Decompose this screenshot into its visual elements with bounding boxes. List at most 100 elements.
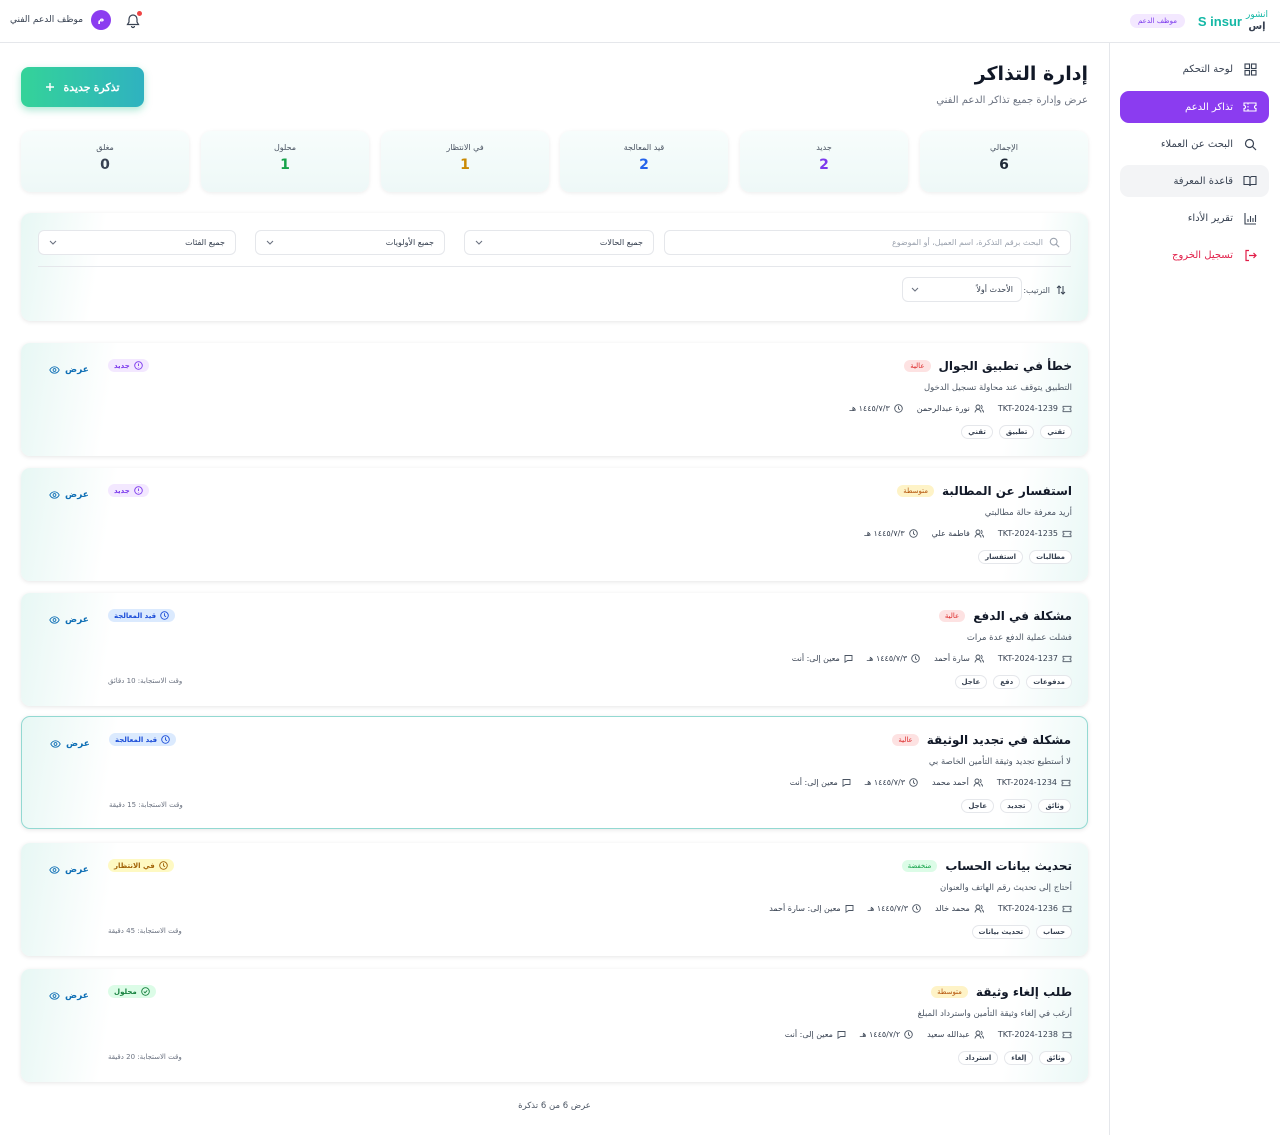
users-icon: [974, 529, 984, 538]
ticket-tag: حساب: [1036, 925, 1072, 939]
chevron-down-icon: [49, 240, 57, 245]
ticket-tags: وثائق إلغاء استرداد: [958, 1051, 1072, 1065]
response-time: وقت الاستجابة: 20 دقيقة: [108, 1053, 182, 1061]
date-text: ١٤٤٥/٧/٣ هـ: [864, 529, 905, 538]
sidebar-item-dashboard[interactable]: لوحة التحكم: [1120, 53, 1269, 85]
view-ticket-button[interactable]: عرض: [49, 615, 89, 625]
ticket-id: TKT-2024-1235: [998, 529, 1072, 538]
sidebar-item-tickets[interactable]: تذاكر الدعم: [1120, 91, 1269, 123]
status-icon: [158, 861, 168, 870]
app-logo[interactable]: انشور إس S insur: [1198, 8, 1268, 34]
bell-icon[interactable]: [126, 11, 142, 29]
main-content: إدارة التذاكر عرض وإدارة جميع تذاكر الدع…: [0, 43, 1109, 1135]
ticket-id-text: TKT-2024-1237: [997, 654, 1058, 663]
sidebar-item-performance[interactable]: تقرير الأداء: [1120, 202, 1269, 234]
logo-text: S insur: [1197, 13, 1242, 29]
ticket-tag: وثائق: [1038, 799, 1071, 813]
clock-icon: [904, 1030, 913, 1039]
new-ticket-button[interactable]: تذكرة جديدة: [21, 67, 144, 107]
logo-arabic-top: انشور: [1245, 10, 1268, 20]
sidebar-item-knowledge[interactable]: قاعدة المعرفة: [1120, 165, 1269, 197]
ticket-tag: تقني: [1040, 425, 1072, 439]
category-filter-select[interactable]: جميع الفئات: [38, 230, 236, 255]
sort-select[interactable]: الأحدث أولاً: [902, 277, 1022, 302]
eye-icon: [49, 616, 60, 624]
clock-icon: [909, 778, 918, 787]
page-subtitle: عرض وإدارة جميع تذاكر الدعم الفني: [936, 95, 1088, 106]
ticket-date: ١٤٤٥/٧/٣ هـ: [849, 404, 903, 413]
ticket-meta: TKT-2024-1235 فاطمة علي ١٤٤٥/٧/٣ هـ: [864, 529, 1072, 538]
chat-icon: [845, 904, 854, 913]
ticket-tags: حساب تحديث بيانات: [971, 925, 1072, 939]
user-name: موظف الدعم الفني: [10, 15, 84, 25]
view-ticket-button[interactable]: عرض: [49, 991, 89, 1001]
stat-value: 1: [280, 157, 290, 173]
ticket-date: ١٤٤٥/٧/٣ هـ: [864, 529, 918, 538]
customer-name: نورة عبدالرحمن: [916, 404, 970, 413]
search-icon: [1243, 137, 1257, 151]
status-icon: [161, 735, 170, 744]
eye-icon: [49, 866, 60, 874]
chevron-down-icon: [266, 240, 274, 245]
user-menu[interactable]: موظف الدعم الفني م: [10, 10, 112, 30]
ticket-card[interactable]: مشكلة في الدفع عالية فشلت عملية الدفع عد…: [21, 593, 1088, 706]
ticket-title: خطأ في تطبيق الجوال: [938, 359, 1073, 373]
users-icon: [974, 654, 984, 663]
ticket-tag: مطالبات: [1029, 550, 1072, 564]
ticket-customer: نورة عبدالرحمن: [917, 404, 984, 413]
ticket-card[interactable]: مشكلة في تجديد الوثيقة عالية لا أستطيع ت…: [21, 716, 1088, 829]
ticket-tag: مدفوعات: [1026, 675, 1072, 689]
view-label: عرض: [65, 490, 89, 500]
ticket-description: أحتاج إلى تحديث رقم الهاتف والعنوان: [940, 883, 1072, 893]
ticket-date: ١٤٤٥/٧/٣ هـ: [868, 904, 921, 913]
clock-icon: [894, 404, 903, 413]
ticket-id-text: TKT-2024-1236: [997, 904, 1058, 913]
avatar[interactable]: م: [91, 10, 112, 30]
assignee-text: معين إلى: أنت: [789, 778, 838, 787]
ticket-icon: [1061, 779, 1071, 787]
sidebar-item-label: تقرير الأداء: [1187, 212, 1233, 224]
stat-label: في الانتظار: [446, 143, 484, 152]
eye-icon: [49, 491, 60, 499]
search-placeholder: البحث برقم التذكرة، اسم العميل، أو الموض…: [891, 238, 1043, 247]
view-ticket-button[interactable]: عرض: [49, 490, 89, 500]
view-ticket-button[interactable]: عرض: [49, 365, 89, 375]
stat-card-new: جديد 2: [740, 131, 908, 192]
book-icon: [1243, 174, 1257, 188]
stat-label: مغلق: [96, 143, 114, 152]
status-filter-select[interactable]: جميع الحالات: [464, 230, 654, 255]
eye-icon: [49, 366, 60, 374]
status-text: جديد: [114, 361, 130, 370]
view-ticket-button[interactable]: عرض: [49, 865, 89, 875]
ticket-tags: تقني تطبيق تقني: [961, 425, 1072, 439]
ticket-card[interactable]: خطأ في تطبيق الجوال عالية التطبيق يتوقف …: [21, 343, 1088, 456]
clock-icon: [912, 904, 921, 913]
search-input[interactable]: البحث برقم التذكرة، اسم العميل، أو الموض…: [664, 230, 1071, 255]
select-value: الأحدث أولاً: [976, 285, 1013, 294]
stat-label: محلول: [273, 143, 297, 152]
status-badge: قيد المعالجة: [108, 609, 176, 622]
ticket-card[interactable]: تحديث بيانات الحساب منخفضة أحتاج إلى تحد…: [21, 843, 1088, 956]
ticket-icon: [1062, 905, 1072, 913]
response-time: وقت الاستجابة: 10 دقائق: [108, 677, 183, 685]
ticket-meta: TKT-2024-1234 أحمد محمد ١٤٤٥/٧/٣ هـ معين…: [790, 778, 1071, 787]
view-label: عرض: [65, 865, 89, 875]
ticket-tag: استفسار: [978, 550, 1024, 564]
sidebar-item-logout[interactable]: تسجيل الخروج: [1120, 239, 1269, 271]
ticket-title: طلب إلغاء وثيقة: [975, 985, 1072, 999]
stat-value: 0: [100, 157, 110, 173]
ticket-title: مشكلة في الدفع: [973, 609, 1072, 623]
ticket-customer: سارة أحمد: [934, 654, 984, 663]
ticket-description: لا أستطيع تجديد وثيقة التأمين الخاصة بي: [928, 757, 1071, 767]
ticket-card[interactable]: طلب إلغاء وثيقة متوسطة أرغب في إلغاء وثي…: [21, 969, 1088, 1082]
sidebar-item-customers[interactable]: البحث عن العملاء: [1120, 128, 1269, 160]
priority-badge: متوسطة: [931, 986, 968, 998]
view-ticket-button[interactable]: عرض: [50, 739, 90, 749]
assignee-text: معين إلى: أنت: [784, 1030, 833, 1039]
ticket-icon: [1243, 100, 1257, 114]
date-text: ١٤٤٥/٧/٣ هـ: [864, 778, 906, 787]
ticket-card[interactable]: استفسار عن المطالبة متوسطة أريد معرفة حا…: [21, 468, 1088, 581]
stat-card-closed: مغلق 0: [21, 131, 189, 192]
sort-label: الترتيب:: [1023, 285, 1050, 295]
priority-filter-select[interactable]: جميع الأولويات: [255, 230, 445, 255]
